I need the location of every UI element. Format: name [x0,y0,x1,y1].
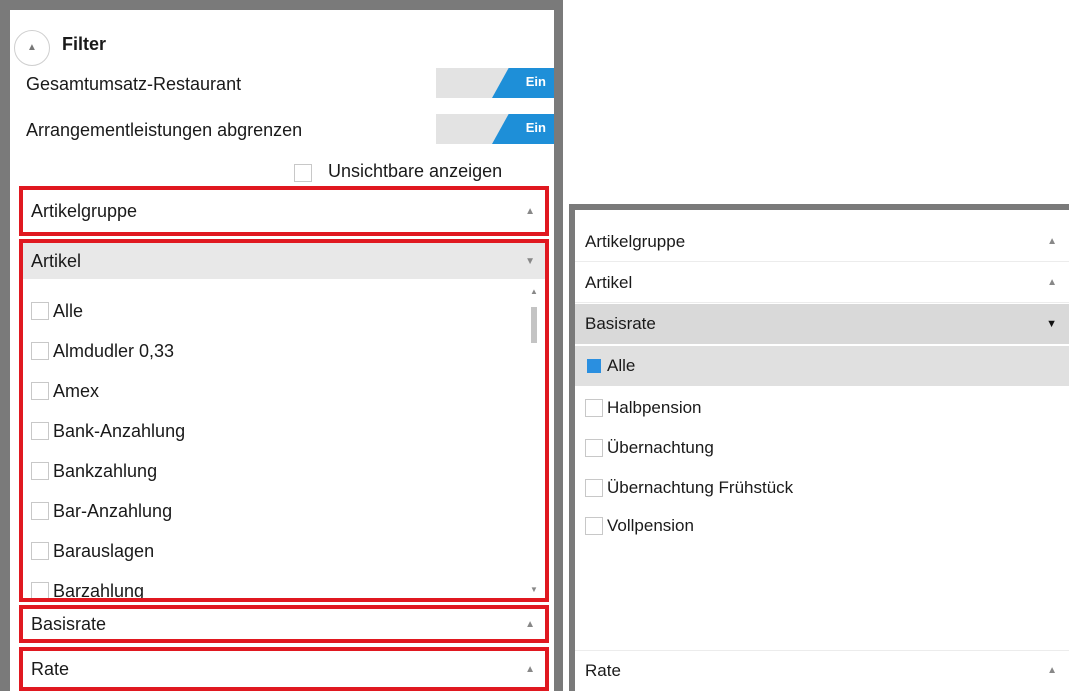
chevron-up-icon: ▲ [1047,665,1057,676]
scroll-down-icon[interactable]: ▼ [530,585,538,594]
list-item[interactable]: Bank-Anzahlung [31,411,185,451]
filter-panel: ▲ Filter Gesamtumsatz-Restaurant Ein Arr… [10,10,554,691]
checkbox[interactable] [31,382,49,400]
item-label: Barauslagen [53,540,155,561]
chevron-down-icon: ▼ [1046,318,1057,330]
section-header-basisrate[interactable]: Basisrate ▼ [575,304,1069,344]
checkbox[interactable] [31,342,49,360]
item-label: Amex [53,380,100,401]
item-label: Bankzahlung [53,460,158,481]
item-label: Übernachtung [607,438,714,457]
list-item[interactable]: Barzahlung [31,571,145,601]
list-item[interactable]: Halbpension [585,388,1069,428]
chevron-down-icon: ▼ [525,255,535,267]
list-item[interactable]: Barauslagen [31,531,154,571]
checkbox[interactable] [31,542,49,560]
scrollbar-thumb[interactable] [531,307,537,343]
list-item[interactable]: Vollpension [585,506,1069,546]
checkbox[interactable] [31,502,49,520]
section-artikelgruppe[interactable]: Artikelgruppe ▲ [19,186,549,236]
item-label: Alle [607,356,636,375]
section-header-artikel[interactable]: Artikel ▲ [575,263,1069,303]
section-label: Basisrate [31,613,107,634]
section-basisrate[interactable]: Basisrate ▲ [19,605,549,643]
list-item[interactable]: Bar-Anzahlung [31,491,172,531]
chevron-up-icon: ▲ [1047,236,1057,247]
item-label: Almdudler 0,33 [53,340,175,361]
item-label: Bank-Anzahlung [53,420,186,441]
checkbox[interactable] [31,582,49,598]
toggle-label-gesamtumsatz: Gesamtumsatz-Restaurant [26,74,242,94]
checkbox[interactable] [585,399,603,417]
toggle-state: Ein [525,120,546,135]
collapse-filter-button[interactable]: ▲ [14,30,50,66]
chevron-up-icon: ▲ [27,42,37,53]
section-label: Rate [31,658,70,679]
section-label: Rate [585,660,621,680]
chevron-up-icon: ▲ [525,205,535,217]
list-item[interactable]: Alle [31,291,83,331]
section-artikel: Artikel ▼ Alle Almdudler 0,33 Amex Bank-… [19,239,549,602]
list-item[interactable]: Bankzahlung [31,451,157,491]
chevron-up-icon: ▲ [525,663,535,675]
item-label: Vollpension [607,516,694,535]
checkbox[interactable] [585,439,603,457]
basisrate-panel: Artikelgruppe ▲ Artikel ▲ Basisrate ▼ Al… [575,210,1069,691]
section-label: Artikelgruppe [31,200,138,221]
list-item[interactable]: Übernachtung Frühstück [585,468,1069,508]
chevron-up-icon: ▲ [525,618,535,630]
section-header-rate[interactable]: Rate ▲ [575,650,1069,690]
list-item[interactable]: Amex [31,371,99,411]
list-item[interactable]: Almdudler 0,33 [31,331,174,371]
scrollbar[interactable]: ▲ ▼ [527,287,541,598]
list-item-selected[interactable]: Alle [575,346,1069,386]
scroll-up-icon[interactable]: ▲ [530,287,538,296]
section-label: Artikelgruppe [585,231,686,251]
filter-title: Filter [62,34,107,54]
item-label: Barzahlung [53,580,145,601]
list-item[interactable]: Übernachtung [585,428,1069,468]
item-label: Bar-Anzahlung [53,500,173,521]
chevron-up-icon: ▲ [1047,277,1057,288]
section-header-artikel[interactable]: Artikel ▼ [23,243,545,279]
toggle-gesamtumsatz[interactable]: Ein [436,68,554,98]
section-label: Artikel [31,250,82,271]
item-label: Alle [53,300,84,321]
checkbox[interactable] [31,462,49,480]
toggle-state: Ein [525,74,546,89]
item-label: Halbpension [607,398,702,417]
checkbox[interactable] [585,479,603,497]
checkbox[interactable] [585,517,603,535]
checkbox-checked[interactable] [587,359,601,373]
show-hidden-checkbox[interactable] [294,164,312,182]
toggle-arrangement[interactable]: Ein [436,114,554,144]
section-rate[interactable]: Rate ▲ [19,647,549,691]
show-hidden-label: Unsichtbare anzeigen [328,161,503,181]
checkbox[interactable] [31,422,49,440]
section-label: Basisrate [585,314,656,333]
section-label: Artikel [585,272,633,292]
item-label: Übernachtung Frühstück [607,478,794,497]
section-header-artikelgruppe[interactable]: Artikelgruppe ▲ [575,222,1069,262]
checkbox[interactable] [31,302,49,320]
toggle-label-arrangement: Arrangementleistungen abgrenzen [26,120,303,140]
